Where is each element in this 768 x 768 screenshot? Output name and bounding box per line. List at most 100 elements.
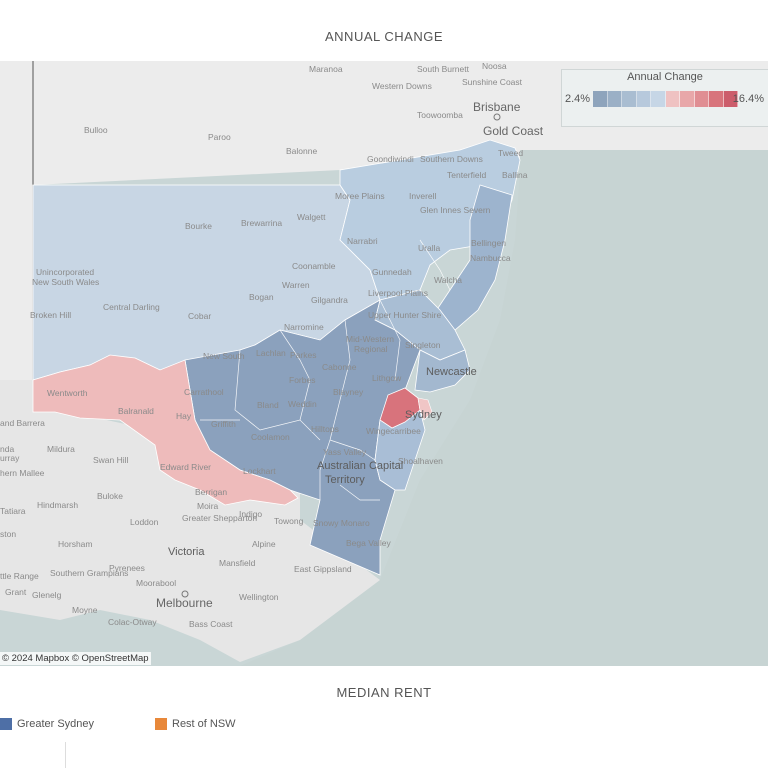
label-urray: urray (0, 453, 20, 463)
label-edward-river: Edward River (160, 462, 211, 472)
label-mildura: Mildura (47, 444, 75, 454)
legend-swatch (651, 91, 666, 107)
chart-axis-line (65, 742, 66, 768)
label-swan-hill: Swan Hill (93, 455, 129, 465)
label-bland: Bland (257, 400, 279, 410)
label-shoalhaven: Shoalhaven (398, 456, 443, 466)
label-lachlan: Lachlan (256, 348, 286, 358)
label-sydney: Sydney (405, 409, 442, 421)
label-blayney: Blayney (333, 387, 364, 397)
label-gold-coast: Gold Coast (483, 124, 544, 138)
label-horsham: Horsham (58, 539, 92, 549)
label-act-territory: Territory (325, 474, 365, 486)
label-berrigan: Berrigan (195, 487, 227, 497)
label-unincorporated: Unincorporated (36, 267, 94, 277)
label-pyrenees: Pyrenees (109, 563, 145, 573)
label-glen-innes: Glen Innes Severn (420, 205, 491, 215)
label-towong: Towong (274, 516, 304, 526)
label-bega-valley: Bega Valley (346, 538, 391, 548)
legend-swatch (622, 91, 637, 107)
label-warren: Warren (282, 280, 310, 290)
label-moira: Moira (197, 501, 219, 511)
label-coonamble: Coonamble (292, 261, 336, 271)
label-central-darling: Central Darling (103, 302, 160, 312)
label-narromine: Narromine (284, 322, 324, 332)
label-and-barrera: and Barrera (0, 418, 45, 428)
greater-sydney-label: Greater Sydney (17, 718, 95, 730)
label-tenterfield: Tenterfield (447, 170, 486, 180)
legend-swatch (593, 91, 608, 107)
label-sunshine-coast: Sunshine Coast (462, 77, 523, 87)
legend-color-ramp (593, 91, 738, 107)
label-bellingen: Bellingen (471, 238, 506, 248)
label-loddon: Loddon (130, 517, 159, 527)
label-wingecarribee: Wingecarribee (366, 426, 421, 436)
label-toowoomba: Toowoomba (417, 110, 463, 120)
label-buloke: Buloke (97, 491, 123, 501)
legend-max-label: 16.4% (732, 93, 764, 105)
label-hilltops: Hilltops (311, 424, 339, 434)
label-tweed: Tweed (498, 148, 523, 158)
legend-title: Annual Change (627, 71, 703, 83)
label-carrathool: Carrathool (184, 387, 224, 397)
label-new-south: New South (203, 351, 245, 361)
annual-change-title: ANNUAL CHANGE (325, 29, 443, 44)
label-gilgandra: Gilgandra (311, 295, 348, 305)
map-attribution[interactable]: © 2024 Mapbox © OpenStreetMap (0, 652, 151, 665)
label-brisbane: Brisbane (473, 100, 521, 114)
label-brewarrina: Brewarrina (241, 218, 282, 228)
label-mid-western: Mid-Western (346, 334, 394, 344)
label-paroo: Paroo (208, 132, 231, 142)
label-maranoa: Maranoa (309, 64, 343, 74)
label-griffith: Griffith (211, 419, 236, 429)
rest-of-nsw-label: Rest of NSW (172, 718, 236, 730)
legend-min-label: 2.4% (565, 93, 591, 105)
map-canvas[interactable]: Maranoa South Burnett Noosa Sunshine Coa… (0, 61, 768, 666)
label-bulloo: Bulloo (84, 125, 108, 135)
label-mansfield: Mansfield (219, 558, 256, 568)
label-hay: Hay (176, 411, 192, 421)
label-moorabool: Moorabool (136, 578, 176, 588)
label-upper-hunter: Upper Hunter Shire (368, 310, 442, 320)
legend-greater-sydney[interactable]: Greater Sydney (0, 718, 94, 730)
label-narrabri: Narrabri (347, 236, 378, 246)
choropleth-map[interactable]: Maranoa South Burnett Noosa Sunshine Coa… (0, 61, 768, 666)
label-hern-mallee: hern Mallee (0, 468, 45, 478)
annual-change-legend[interactable]: Annual Change 2.4% 16.4% (561, 69, 768, 127)
label-western-downs: Western Downs (372, 81, 432, 91)
label-moyne: Moyne (72, 605, 98, 615)
label-ttle-range: ttle Range (0, 571, 39, 581)
label-singleton: Singleton (405, 340, 441, 350)
label-victoria: Victoria (168, 546, 205, 558)
label-bogan: Bogan (249, 292, 274, 302)
label-balonne: Balonne (286, 146, 317, 156)
label-glenelg: Glenelg (32, 590, 62, 600)
legend-swatch (607, 91, 622, 107)
label-liverpool-plains: Liverpool Plains (368, 288, 428, 298)
label-weddin: Weddin (288, 399, 317, 409)
label-moree-plains: Moree Plains (335, 191, 385, 201)
legend-swatch (665, 91, 680, 107)
label-greater-shepparton: Greater Shepparton (182, 513, 257, 523)
label-forbes: Forbes (289, 375, 315, 385)
median-rent-title: MEDIAN RENT (336, 685, 432, 700)
legend-rest-of-nsw[interactable]: Rest of NSW (155, 718, 236, 730)
label-inverell: Inverell (409, 191, 437, 201)
land-south (0, 61, 33, 380)
label-noosa: Noosa (482, 61, 507, 71)
label-cabonne: Cabonne (322, 362, 357, 372)
legend-swatch (694, 91, 709, 107)
label-snowy-monaro: Snowy Monaro (313, 518, 370, 528)
rest-of-nsw-swatch (155, 718, 167, 730)
legend-swatch (636, 91, 651, 107)
legend-swatch (709, 91, 724, 107)
label-tatiara: Tatiara (0, 506, 26, 516)
label-grant: Grant (5, 587, 27, 597)
label-bourke: Bourke (185, 221, 212, 231)
label-colac-otway: Colac-Otway (108, 617, 157, 627)
label-melbourne: Melbourne (156, 596, 213, 610)
label-goondiwindi: Goondiwindi (367, 154, 414, 164)
label-bass-coast: Bass Coast (189, 619, 233, 629)
label-lithgow: Lithgow (372, 373, 402, 383)
label-cobar: Cobar (188, 311, 211, 321)
